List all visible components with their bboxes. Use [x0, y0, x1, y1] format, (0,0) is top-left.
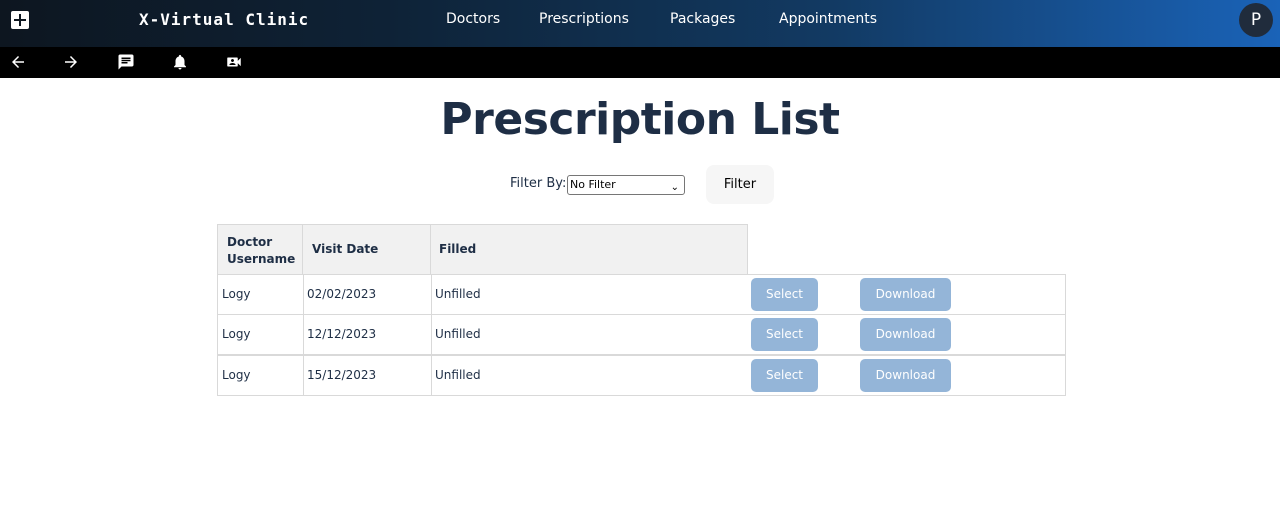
table-row: Logy 02/02/2023 Unfilled Select Download: [217, 274, 1066, 315]
header-filled: Filled: [430, 224, 748, 275]
table-row: Logy 12/12/2023 Unfilled Select Download: [217, 314, 1066, 355]
filter-button[interactable]: Filter: [706, 165, 774, 204]
nav-appointments[interactable]: Appointments: [779, 11, 877, 27]
cell-doctor: Logy: [218, 315, 304, 354]
cell-filled: Unfilled: [435, 287, 481, 301]
download-button[interactable]: Download: [860, 318, 951, 351]
cell-filled: Unfilled: [435, 327, 481, 341]
header-visit-date: Visit Date: [302, 224, 431, 275]
top-navbar: X-Virtual Clinic Doctors Prescriptions P…: [0, 0, 1280, 47]
cell-filled: Unfilled: [435, 368, 481, 382]
plus-square-icon[interactable]: [11, 11, 29, 29]
cell-doctor: Logy: [218, 356, 304, 395]
select-button[interactable]: Select: [751, 318, 818, 351]
user-avatar[interactable]: P: [1239, 3, 1273, 37]
app-brand[interactable]: X-Virtual Clinic: [139, 10, 309, 29]
bell-icon[interactable]: [171, 53, 189, 71]
chat-icon[interactable]: [117, 53, 135, 71]
filter-select-value: No Filter: [570, 178, 616, 191]
video-call-icon[interactable]: [225, 53, 243, 71]
back-arrow-icon[interactable]: [9, 53, 27, 71]
select-button[interactable]: Select: [751, 359, 818, 392]
filter-select[interactable]: No Filter ⌄: [567, 175, 685, 195]
secondary-toolbar: [0, 47, 1280, 78]
nav-prescriptions[interactable]: Prescriptions: [539, 11, 629, 27]
select-button[interactable]: Select: [751, 278, 818, 311]
filter-label: Filter By:: [510, 176, 567, 191]
cell-doctor: Logy: [218, 275, 304, 314]
cell-visit-date: 15/12/2023: [303, 356, 432, 395]
download-button[interactable]: Download: [860, 359, 951, 392]
nav-doctors[interactable]: Doctors: [446, 11, 500, 27]
chevron-down-icon: ⌄: [670, 182, 679, 193]
forward-arrow-icon[interactable]: [62, 53, 80, 71]
cell-visit-date: 12/12/2023: [303, 315, 432, 354]
download-button[interactable]: Download: [860, 278, 951, 311]
page-title: Prescription List: [440, 94, 840, 145]
cell-visit-date: 02/02/2023: [303, 275, 432, 314]
nav-packages[interactable]: Packages: [670, 11, 735, 27]
table-row: Logy 15/12/2023 Unfilled Select Download: [217, 355, 1066, 396]
header-doctor-username: Doctor Username: [217, 224, 303, 275]
